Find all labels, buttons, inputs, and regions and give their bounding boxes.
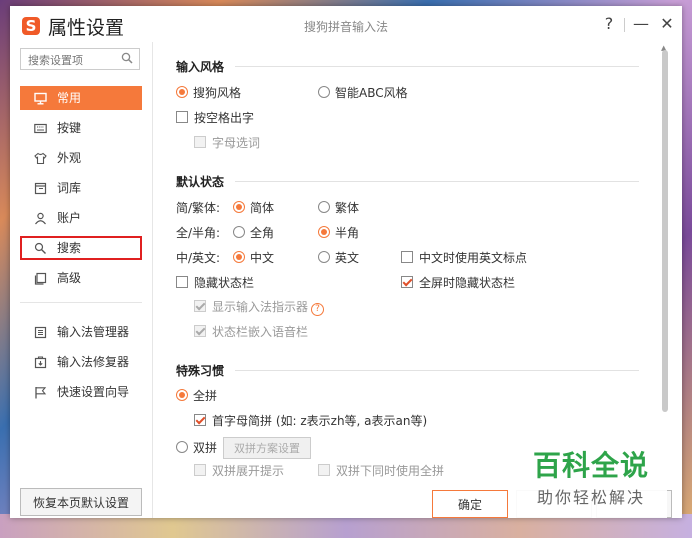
tool-ime-manager[interactable]: 输入法管理器: [20, 320, 142, 344]
sidebar-divider: [20, 302, 142, 303]
nav-item-keys[interactable]: 按键: [20, 116, 142, 140]
nav-item-appearance[interactable]: 外观: [20, 146, 142, 170]
window-title: 搜狗拼音输入法: [303, 20, 388, 34]
radio-icon[interactable]: [318, 86, 330, 98]
help-icon[interactable]: ?: [311, 303, 325, 316]
radio-half-width[interactable]: 半角: [318, 224, 359, 241]
checkbox-checked-icon[interactable]: [401, 276, 413, 288]
nav-label: 外观: [57, 151, 82, 165]
section-habits: 特殊习惯: [176, 364, 225, 378]
checkbox-use-both[interactable]: 双拼下同时使用全拼: [318, 462, 444, 479]
checkbox-embed-voice[interactable]: 状态栏嵌入语音栏: [194, 323, 308, 340]
radio-shuangpin[interactable]: 双拼 双拼方案设置: [176, 437, 312, 459]
search-icon: [34, 242, 46, 254]
nav-label: 搜索: [57, 241, 82, 255]
radio-selected-icon[interactable]: [318, 226, 330, 238]
nav-item-common[interactable]: 常用: [20, 86, 142, 110]
checkbox-show-indicator[interactable]: 显示输入法指示器?: [194, 298, 325, 316]
checkbox-icon[interactable]: [318, 464, 330, 476]
label-lang: 中/英文:: [176, 251, 221, 265]
radio-simplified[interactable]: 简体: [233, 199, 274, 216]
checkbox-icon[interactable]: [176, 276, 188, 288]
book-icon: [34, 182, 47, 195]
nav-label: 按键: [57, 121, 82, 135]
radio-icon[interactable]: [233, 226, 245, 238]
tool-label: 输入法管理器: [57, 325, 130, 339]
checkbox-shuangpin-hint[interactable]: 双拼展开提示: [194, 462, 284, 479]
flag-icon: [35, 387, 47, 399]
monitor-icon: [34, 92, 47, 105]
settings-window: S 属性设置 搜狗拼音输入法 ? — ✕ 常用: [10, 6, 682, 518]
section-divider: [235, 66, 639, 67]
radio-sogou-style[interactable]: 搜狗风格: [176, 84, 241, 101]
checkbox-checked-icon[interactable]: [194, 414, 206, 426]
checkbox-icon[interactable]: [401, 251, 413, 263]
radio-icon[interactable]: [318, 201, 330, 213]
tool-label: 快速设置向导: [57, 385, 130, 399]
help-button[interactable]: ?: [600, 14, 618, 33]
nav-item-account[interactable]: 账户: [20, 206, 142, 230]
checkbox-english-punct[interactable]: 中文时使用英文标点: [401, 249, 527, 266]
radio-chinese[interactable]: 中文: [233, 249, 274, 266]
nav-item-advanced[interactable]: 高级: [20, 266, 142, 290]
checkbox-icon[interactable]: [194, 136, 206, 148]
radio-selected-icon[interactable]: [233, 201, 245, 213]
ok-button[interactable]: 确定: [432, 490, 508, 518]
radio-selected-icon[interactable]: [176, 389, 188, 401]
radio-icon[interactable]: [176, 441, 188, 453]
checkbox-icon[interactable]: [176, 111, 188, 123]
nav-label: 账户: [57, 211, 82, 225]
radio-full-width[interactable]: 全角: [233, 224, 274, 241]
checkbox-letter-select[interactable]: 字母选词: [194, 134, 260, 151]
checkbox-icon[interactable]: [194, 464, 206, 476]
watermark-subtitle: 助你轻松解决: [536, 488, 645, 507]
title-bar: S 属性设置 搜狗拼音输入法 ? — ✕: [10, 6, 682, 42]
keyboard-icon: [34, 123, 47, 134]
tool-quick-wizard[interactable]: 快速设置向导: [20, 380, 142, 404]
tool-label: 输入法修复器: [57, 355, 130, 369]
vertical-scrollbar[interactable]: [662, 50, 668, 412]
watermark-title: 百科全说: [532, 449, 649, 482]
radio-english[interactable]: 英文: [318, 249, 359, 266]
label-trad: 简/繁体:: [176, 201, 221, 215]
radio-selected-icon[interactable]: [176, 86, 188, 98]
nav-item-search[interactable]: 搜索: [20, 236, 142, 260]
settings-search-input[interactable]: [26, 50, 122, 70]
nav-label: 高级: [57, 271, 82, 285]
nav-item-dictionary[interactable]: 词库: [20, 176, 142, 200]
checkbox-initials[interactable]: 首字母简拼 (如: z表示zh等, a表示an等): [194, 412, 427, 429]
minimize-button[interactable]: —: [632, 14, 650, 33]
layers-icon: [34, 272, 47, 285]
tool-ime-repair[interactable]: 输入法修复器: [20, 350, 142, 374]
section-divider: [235, 181, 639, 182]
settings-search-box[interactable]: [20, 48, 140, 70]
checkbox-checked-icon[interactable]: [194, 300, 206, 312]
checkbox-fullscreen-hide[interactable]: 全屏时隐藏状态栏: [401, 274, 515, 291]
nav-label: 词库: [57, 181, 82, 195]
title-separator: [624, 18, 625, 32]
radio-icon[interactable]: [318, 251, 330, 263]
radio-full-pinyin[interactable]: 全拼: [176, 387, 217, 404]
restore-defaults-button[interactable]: 恢复本页默认设置: [20, 488, 142, 516]
shirt-icon: [34, 152, 47, 165]
checkbox-checked-icon[interactable]: [194, 325, 206, 337]
label-width: 全/半角:: [176, 226, 221, 240]
sidebar: 常用 按键 外观 词库: [10, 42, 153, 518]
radio-selected-icon[interactable]: [233, 251, 245, 263]
shuangpin-scheme-button[interactable]: 双拼方案设置: [223, 437, 312, 459]
section-input-style: 输入风格: [176, 60, 225, 74]
radio-abc-style[interactable]: 智能ABC风格: [318, 84, 408, 101]
user-icon: [35, 212, 46, 225]
radio-traditional[interactable]: 繁体: [318, 199, 359, 216]
section-default-state: 默认状态: [176, 175, 225, 189]
section-divider: [235, 370, 639, 371]
checkbox-hide-status[interactable]: 隐藏状态栏: [176, 274, 254, 291]
nav-label: 常用: [57, 91, 82, 105]
repair-icon: [34, 356, 47, 369]
close-button[interactable]: ✕: [658, 14, 676, 33]
search-icon[interactable]: [121, 52, 133, 64]
checkbox-space-output[interactable]: 按空格出字: [176, 109, 254, 126]
manager-icon: [34, 326, 47, 339]
